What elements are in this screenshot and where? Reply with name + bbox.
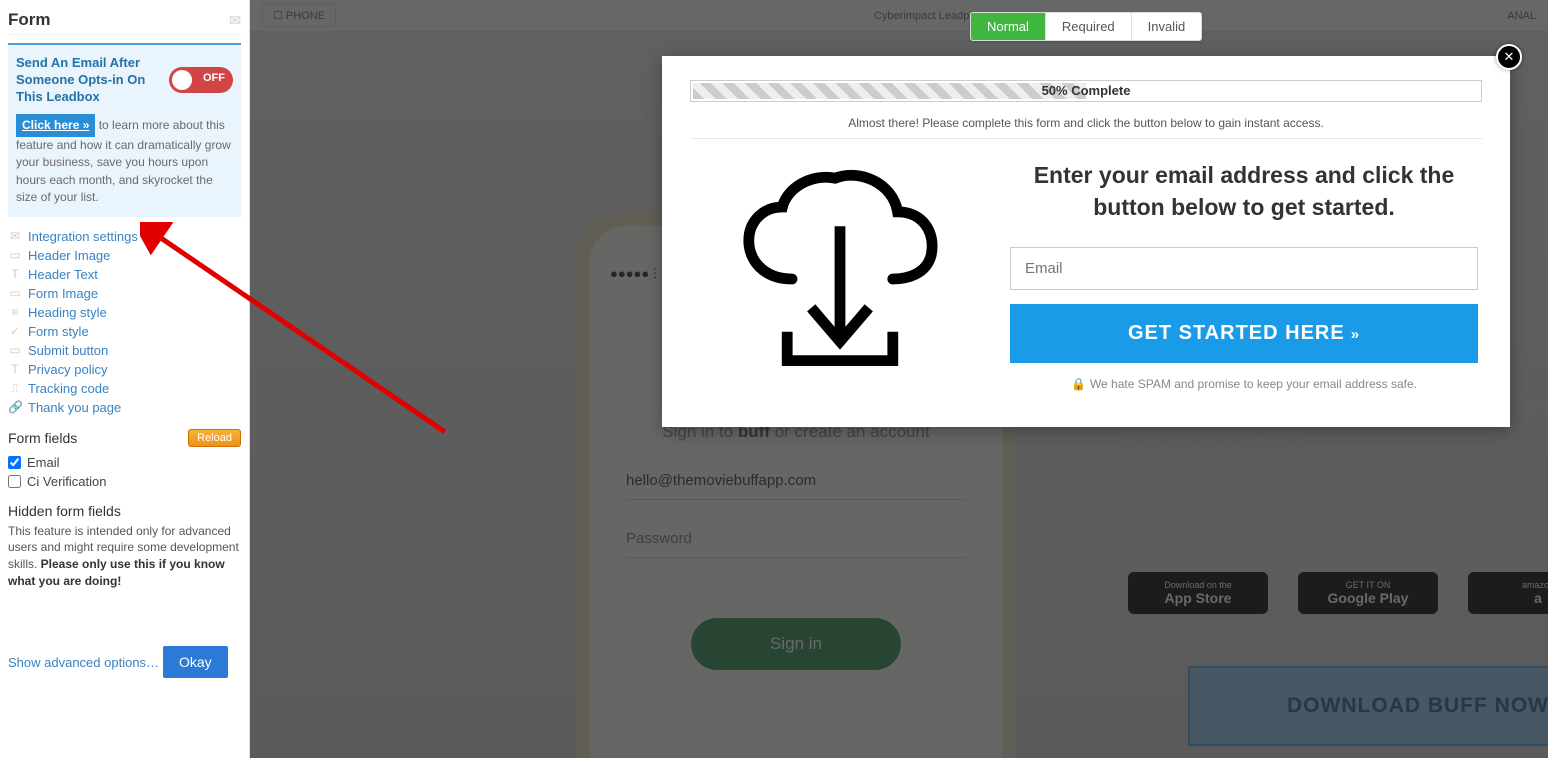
progress-bar: 50% Complete: [690, 80, 1482, 102]
link-privacy-policy[interactable]: TPrivacy policy: [8, 360, 241, 379]
form-sidebar: Form ✉ Send An Email After Someone Opts-…: [0, 0, 250, 758]
info-text: Click here » to learn more about this fe…: [16, 114, 233, 207]
fields-list: Email Ci Verification: [8, 453, 241, 491]
reload-button[interactable]: Reload: [188, 429, 241, 447]
preview-tabs: Normal Required Invalid: [970, 12, 1202, 41]
optin-toggle[interactable]: OFF: [169, 67, 233, 93]
text-icon: T: [8, 267, 22, 281]
leadbox-modal: ✕ 50% Complete Almost there! Please comp…: [662, 56, 1510, 427]
tab-normal[interactable]: Normal: [971, 13, 1045, 40]
code-icon: ⎍: [8, 381, 22, 396]
form-area: Enter your email address and click the b…: [1010, 159, 1482, 399]
lock-icon: 🔒: [1071, 377, 1086, 391]
form-title: Enter your email address and click the b…: [1010, 159, 1478, 223]
lines-icon: ≡: [8, 305, 22, 319]
link-form-image[interactable]: ▭Form Image: [8, 284, 241, 303]
text-icon: T: [8, 362, 22, 376]
button-icon: ▭: [8, 343, 22, 357]
toggle-label: OFF: [203, 72, 225, 84]
settings-links: ✉Integration settings ▭Header Image THea…: [8, 227, 241, 417]
cloud-download-icon: [690, 159, 990, 399]
cta-button[interactable]: GET STARTED HERE»: [1010, 304, 1478, 363]
field-email[interactable]: Email: [8, 453, 241, 472]
image-icon: ▭: [8, 286, 22, 300]
click-here-link[interactable]: Click here »: [16, 114, 95, 137]
mail-icon: ✉: [229, 12, 241, 29]
link-heading-style[interactable]: ≡Heading style: [8, 303, 241, 322]
info-box: Send An Email After Someone Opts-in On T…: [8, 43, 241, 217]
mail-icon: ✉: [8, 229, 22, 243]
fields-header: Form fields Reload: [8, 429, 241, 447]
optin-label: Send An Email After Someone Opts-in On T…: [16, 55, 163, 106]
chevron-right-icon: »: [1351, 326, 1360, 343]
link-tracking-code[interactable]: ⎍Tracking code: [8, 379, 241, 398]
tab-invalid[interactable]: Invalid: [1131, 13, 1202, 40]
field-civ-checkbox[interactable]: [8, 475, 21, 488]
link-header-text[interactable]: THeader Text: [8, 265, 241, 284]
spam-notice: 🔒We hate SPAM and promise to keep your e…: [1010, 377, 1478, 391]
progress-label: 50% Complete: [1042, 83, 1131, 98]
tab-required[interactable]: Required: [1045, 13, 1131, 40]
field-ci-verification[interactable]: Ci Verification: [8, 472, 241, 491]
link-submit-button[interactable]: ▭Submit button: [8, 341, 241, 360]
almost-text: Almost there! Please complete this form …: [690, 116, 1482, 130]
fields-title: Form fields: [8, 430, 77, 446]
link-icon: 🔗: [8, 400, 22, 414]
link-form-style[interactable]: ✓Form style: [8, 322, 241, 341]
link-header-image[interactable]: ▭Header Image: [8, 246, 241, 265]
sidebar-title: Form ✉: [8, 6, 241, 35]
divider: [690, 138, 1482, 139]
okay-button[interactable]: Okay: [163, 646, 228, 678]
close-button[interactable]: ✕: [1496, 44, 1522, 70]
hidden-fields-title: Hidden form fields: [8, 503, 241, 519]
email-input[interactable]: [1010, 247, 1478, 290]
link-thank-you-page[interactable]: 🔗Thank you page: [8, 398, 241, 417]
check-icon: ✓: [8, 324, 22, 338]
field-email-checkbox[interactable]: [8, 456, 21, 469]
show-advanced-link[interactable]: Show advanced options…: [8, 655, 159, 670]
link-integration-settings[interactable]: ✉Integration settings: [8, 227, 241, 246]
sidebar-title-text: Form: [8, 10, 51, 30]
image-icon: ▭: [8, 248, 22, 262]
hidden-fields-text: This feature is intended only for advanc…: [8, 523, 241, 590]
